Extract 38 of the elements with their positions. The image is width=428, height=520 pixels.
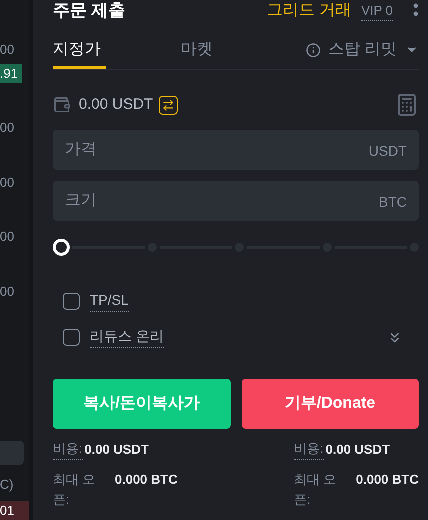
slider-track[interactable] [53, 238, 419, 256]
more-icon[interactable] [413, 3, 419, 19]
order-type-tab[interactable]: 스탑 리밋 [306, 34, 419, 69]
checkbox[interactable] [63, 292, 80, 310]
order-book-price: 00 [0, 41, 16, 59]
order-type-tab[interactable]: 지정가 [53, 34, 106, 69]
order-book-unit: C) [0, 476, 15, 494]
max-open-label: 최대 오픈: [53, 470, 97, 508]
wallet-icon [53, 96, 71, 114]
option-label[interactable]: 리듀스 온리 [90, 326, 164, 348]
swap-icon [162, 98, 176, 112]
fee-label: 비용: [294, 439, 324, 460]
option-label[interactable]: TP/SL [90, 290, 129, 312]
max-open-value: 0.000 BTC [115, 470, 178, 488]
fee-value: 0.00 USDT [84, 440, 149, 458]
transfer-button[interactable] [159, 96, 178, 114]
fee-value: 0.00 USDT [326, 440, 390, 458]
fee-label: 비용: [53, 439, 83, 460]
max-open-label: 최대 오픈: [294, 470, 338, 508]
order-book-price: .91 [0, 64, 22, 83]
order-book-price: 00 [0, 174, 16, 192]
unit-label: USDT [368, 142, 407, 161]
checkbox[interactable] [63, 328, 80, 346]
order-book-price: 00 [0, 282, 16, 300]
panel-title: 주문 제출 [53, 0, 126, 22]
max-open-value: 0.000 BTC [356, 470, 419, 488]
info-icon [306, 42, 321, 58]
slider-thumb[interactable] [53, 238, 70, 256]
unit-label: BTC [379, 193, 407, 212]
calculator-icon[interactable] [395, 93, 419, 117]
vip-level[interactable]: VIP 0 [361, 0, 393, 22]
order-book-price: 01 [0, 500, 29, 520]
order-type-tab[interactable]: 마켓 [181, 34, 213, 69]
order-book-price: 00 [0, 228, 16, 246]
sell-button[interactable]: 기부/Donate [242, 379, 419, 429]
available-balance: 0.00 USDT [79, 94, 154, 115]
grid-trading-link[interactable]: 그리드 거래 [266, 0, 352, 23]
order-book-price: 00 [0, 119, 16, 137]
